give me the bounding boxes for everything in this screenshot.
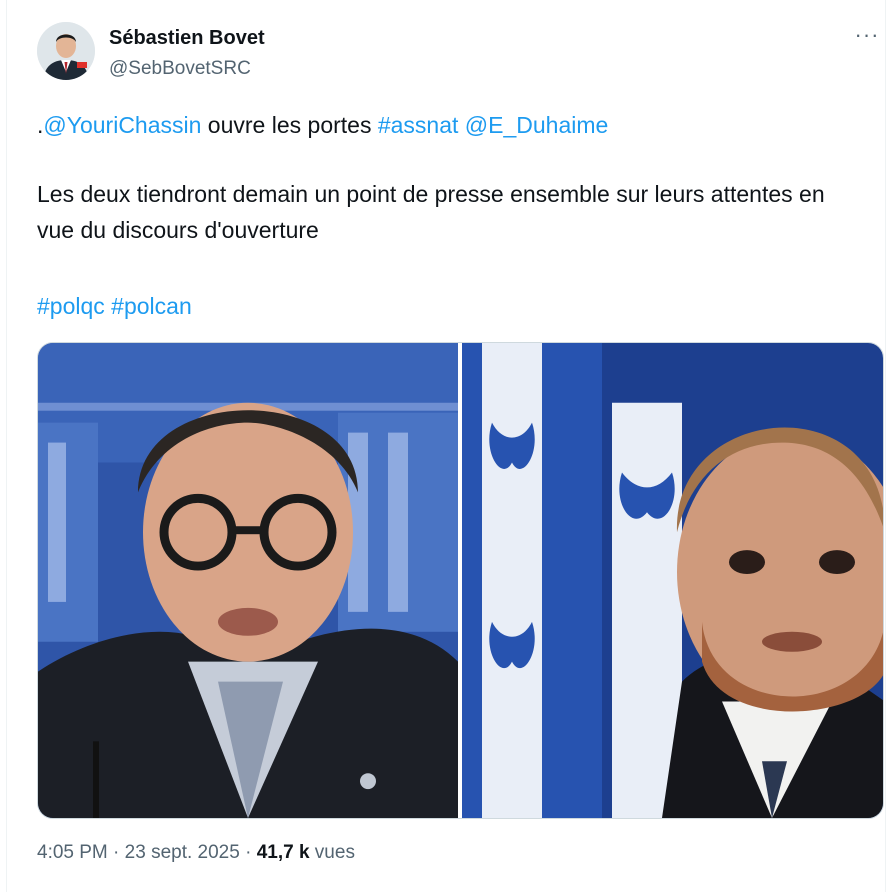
mention-youri-chassin[interactable]: @YouriChassin: [43, 112, 201, 138]
tweet-card: Sébastien Bovet @SebBovetSRC ··· .@Youri…: [6, 0, 886, 892]
hashtag-assnat[interactable]: #assnat: [378, 112, 459, 138]
tweet-meta: 4:05 PM · 23 sept. 2025 · 41,7 k vues: [37, 842, 355, 864]
text-segment: ouvre les portes: [201, 112, 378, 138]
views-label: vues: [309, 842, 355, 863]
tweet-media: [37, 342, 884, 819]
tweet-date[interactable]: 23 sept. 2025: [125, 842, 240, 863]
views-count: 41,7 k: [256, 842, 310, 863]
author-avatar[interactable]: [37, 22, 95, 80]
meta-separator: ·: [107, 842, 125, 863]
photo-right[interactable]: [462, 343, 883, 818]
tweet-text-line3: #polqc #polcan: [37, 288, 867, 324]
hashtag-polqc[interactable]: #polqc: [37, 293, 105, 319]
mention-e-duhaime[interactable]: @E_Duhaime: [465, 112, 609, 138]
more-options-icon[interactable]: ···: [849, 24, 885, 54]
avatar-photo-icon: [37, 22, 95, 80]
tweet-time[interactable]: 4:05 PM: [37, 842, 108, 863]
author-name[interactable]: Sébastien Bovet: [109, 27, 265, 50]
author-handle[interactable]: @SebBovetSRC: [109, 58, 251, 80]
portrait-photo-icon: [38, 343, 458, 818]
meta-separator: ·: [239, 842, 257, 863]
hashtag-polcan[interactable]: #polcan: [111, 293, 192, 319]
tweet-text-line1: .@YouriChassin ouvre les portes #assnat …: [37, 107, 867, 143]
portrait-photo-icon: [462, 343, 883, 818]
tweet-text-line2: Les deux tiendront demain un point de pr…: [37, 181, 825, 243]
photo-left[interactable]: [38, 343, 458, 818]
